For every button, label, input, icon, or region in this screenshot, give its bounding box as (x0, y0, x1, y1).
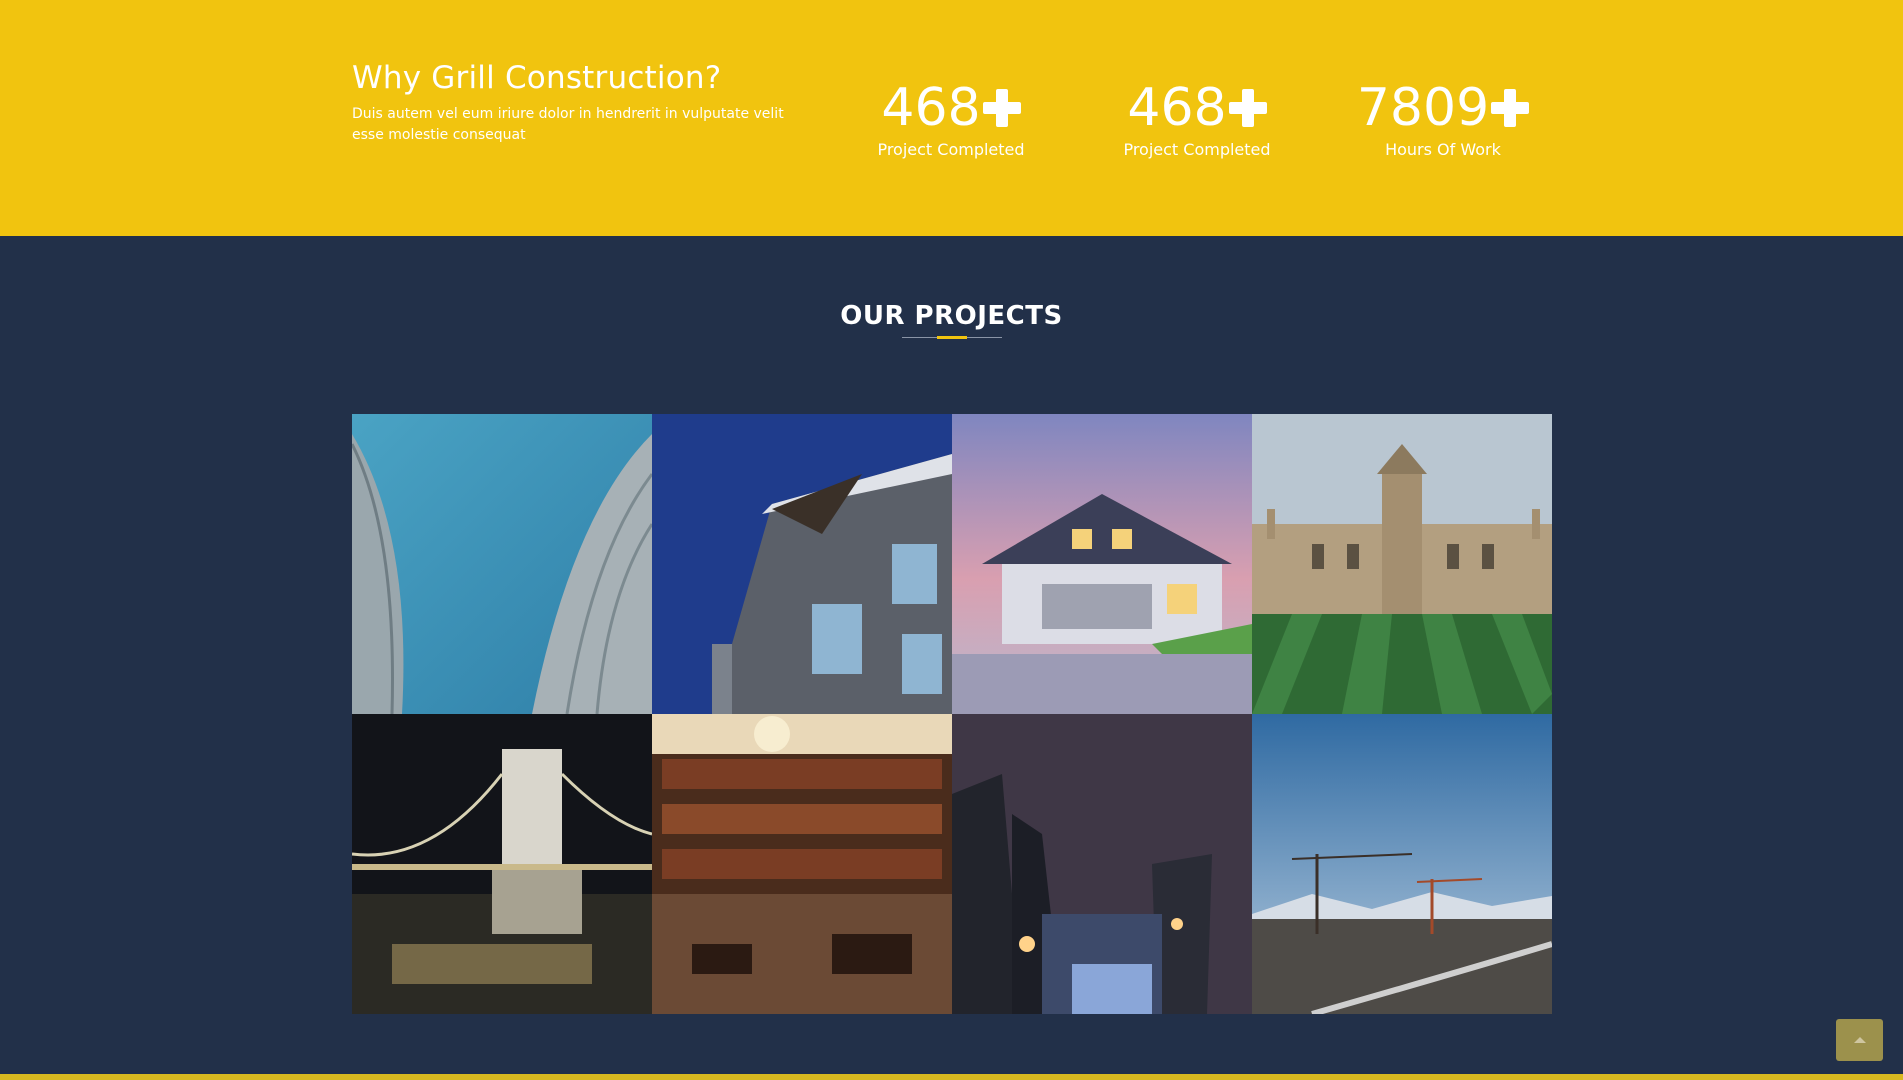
project-tile-4[interactable] (1252, 414, 1552, 714)
suburban-house-image (952, 414, 1252, 714)
project-tile-6[interactable] (652, 714, 952, 1014)
stat-value: 468 (1127, 78, 1227, 138)
projects-grid (352, 414, 1552, 1014)
city-cranes-image (1252, 714, 1552, 1014)
why-block: Why Grill Construction? Duis autem vel e… (352, 58, 792, 146)
back-to-top-button[interactable] (1836, 1019, 1883, 1061)
stat-label: Hours Of Work (1385, 140, 1501, 159)
plus-icon (1491, 89, 1530, 127)
library-interior-image (652, 714, 952, 1014)
project-tile-8[interactable] (1252, 714, 1552, 1014)
chevron-up-icon (1853, 1037, 1866, 1043)
stat-value: 7809 (1356, 78, 1490, 138)
curved-skyscrapers-image (352, 414, 652, 714)
footer-edge (0, 1074, 1903, 1080)
power-plant-night-image (952, 714, 1252, 1014)
modern-building-facade-image (652, 414, 952, 714)
why-title: Why Grill Construction? (352, 60, 722, 96)
plus-icon (1228, 89, 1267, 127)
stat-value: 468 (881, 78, 981, 138)
stat-label: Project Completed (1123, 140, 1271, 159)
plus-icon (982, 89, 1021, 127)
stat-counter: 468 Project Completed (826, 78, 1076, 160)
stat-counter: 7809 Hours Of Work (1318, 78, 1568, 160)
project-tile-7[interactable] (952, 714, 1252, 1014)
gothic-college-image (1252, 414, 1552, 714)
project-tile-5[interactable] (352, 714, 652, 1014)
chain-bridge-night-image (352, 714, 652, 1014)
project-tile-1[interactable] (352, 414, 652, 714)
why-text: Duis autem vel eum iriure dolor in hendr… (352, 106, 784, 143)
stat-label: Project Completed (877, 140, 1025, 159)
project-tile-3[interactable] (952, 414, 1252, 714)
stat-counter: 468 Project Completed (1072, 78, 1322, 160)
projects-title: OUR PROJECTS (840, 301, 1063, 331)
project-tile-2[interactable] (652, 414, 952, 714)
stats-band: Why Grill Construction? Duis autem vel e… (0, 0, 1903, 236)
title-divider-accent (937, 336, 967, 339)
